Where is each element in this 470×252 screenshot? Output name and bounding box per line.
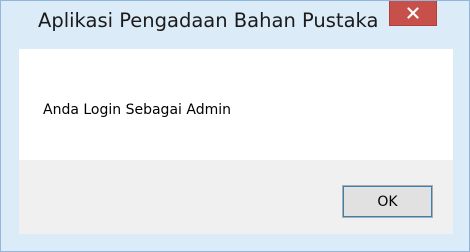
dialog-message: Anda Login Sebagai Admin (43, 102, 231, 118)
close-button[interactable] (389, 1, 437, 26)
message-dialog: Aplikasi Pengadaan Bahan Pustaka Anda Lo… (0, 0, 470, 252)
ok-button[interactable]: OK (342, 185, 433, 218)
close-icon (407, 7, 419, 19)
dialog-footer: OK (19, 160, 453, 234)
title-bar[interactable]: Aplikasi Pengadaan Bahan Pustaka (1, 1, 469, 49)
window-title: Aplikasi Pengadaan Bahan Pustaka (38, 9, 379, 32)
dialog-content: Anda Login Sebagai Admin (19, 49, 453, 160)
